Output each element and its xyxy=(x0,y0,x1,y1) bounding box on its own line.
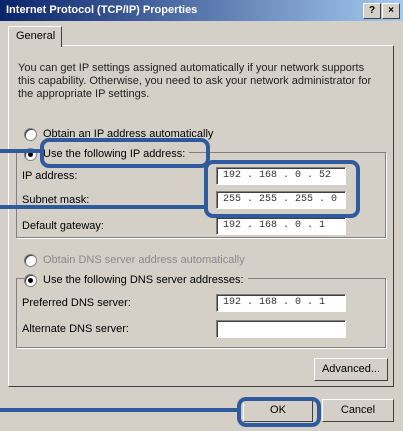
default-gateway-label: Default gateway: xyxy=(22,220,104,232)
alternate-dns-label: Alternate DNS server: xyxy=(22,323,129,335)
cancel-button[interactable]: Cancel xyxy=(322,399,394,422)
use-following-dns-label: Use the following DNS server addresses: xyxy=(43,274,244,286)
description-text: You can get IP settings assigned automat… xyxy=(18,62,372,100)
default-gateway-field[interactable]: 192 . 168 . 0 . 1 xyxy=(216,217,346,235)
obtain-dns-auto-radio[interactable]: Obtain DNS server address automatically xyxy=(24,252,245,268)
title-bar[interactable]: Internet Protocol (TCP/IP) Properties ? … xyxy=(0,0,403,21)
tab-general-label: General xyxy=(16,30,56,42)
ip-option-leader-line xyxy=(0,149,44,153)
obtain-dns-auto-label: Obtain DNS server address automatically xyxy=(43,254,245,266)
ok-button-callout xyxy=(237,397,321,427)
ip-address-label: IP address: xyxy=(22,170,78,182)
tab-general[interactable]: General xyxy=(8,26,62,47)
help-button[interactable]: ? xyxy=(363,3,381,19)
window-title: Internet Protocol (TCP/IP) Properties xyxy=(6,4,198,16)
radio-button-icon xyxy=(24,253,37,267)
use-following-dns-radio[interactable]: Use the following DNS server addresses: xyxy=(24,272,248,288)
radio-selected-icon xyxy=(24,273,37,287)
tcpip-properties-dialog: Internet Protocol (TCP/IP) Properties ? … xyxy=(0,0,403,431)
ip-option-callout xyxy=(40,138,210,168)
close-button[interactable]: × xyxy=(382,3,400,19)
ip-fields-callout xyxy=(204,160,360,218)
ip-fields-leader-line xyxy=(0,205,208,209)
radio-button-icon xyxy=(24,127,37,141)
preferred-dns-field[interactable]: 192 . 168 . 0 . 1 xyxy=(216,294,346,312)
ok-leader-line xyxy=(0,408,241,412)
preferred-dns-label: Preferred DNS server: xyxy=(22,297,131,309)
alternate-dns-field[interactable] xyxy=(216,320,346,338)
advanced-button[interactable]: Advanced... xyxy=(314,358,388,381)
